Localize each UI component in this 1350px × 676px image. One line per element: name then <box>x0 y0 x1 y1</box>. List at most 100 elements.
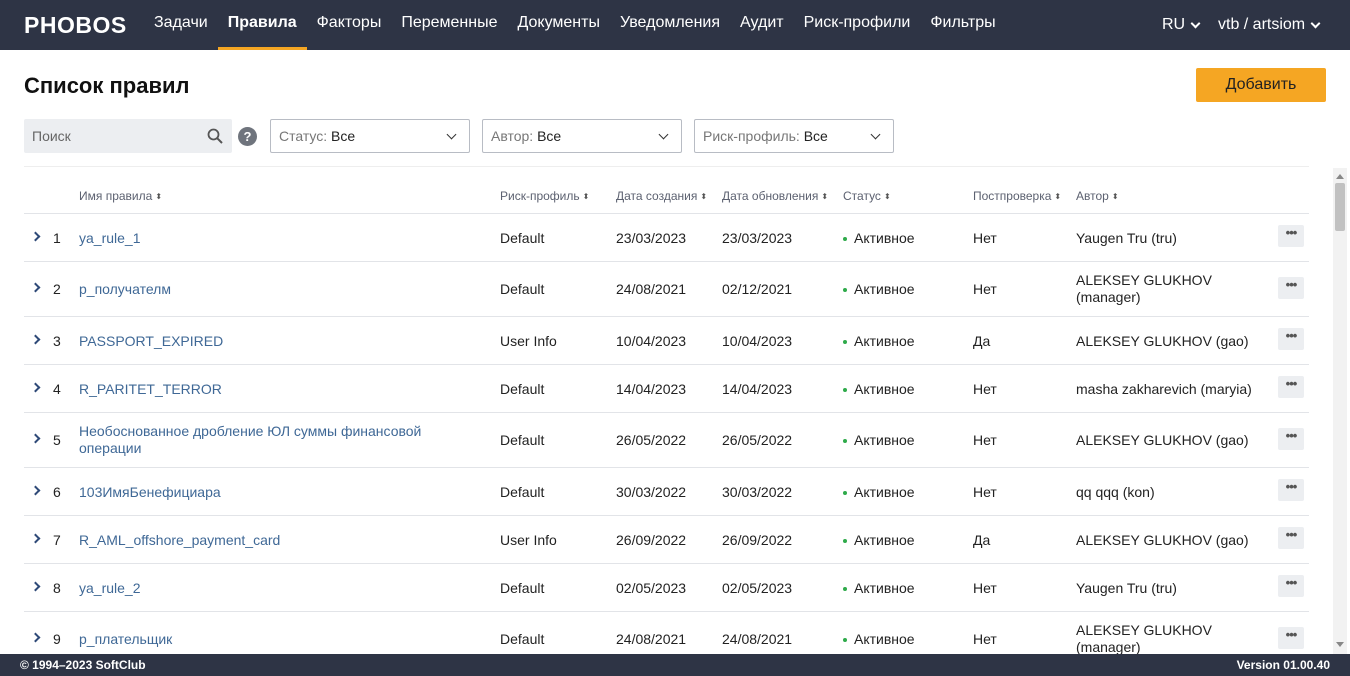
more-actions-button[interactable]: ••• <box>1278 575 1304 597</box>
add-button[interactable]: Добавить <box>1196 68 1326 102</box>
author-cell: ALEKSEY GLUKHOV (gao) <box>1076 432 1249 448</box>
postcheck-cell: Да <box>973 532 991 548</box>
created-date-cell: 26/09/2022 <box>616 532 687 548</box>
scrollbar-thumb[interactable] <box>1335 183 1345 231</box>
nav-rules[interactable]: Правила <box>217 0 307 50</box>
nav-variables[interactable]: Переменные <box>391 0 507 50</box>
rule-name-link[interactable]: R_PARITET_TERROR <box>79 381 222 397</box>
vertical-scrollbar[interactable] <box>1333 168 1347 654</box>
sort-icon: ⬍ <box>1054 192 1062 201</box>
expand-chevron-icon[interactable] <box>30 382 41 393</box>
column-header-created[interactable]: Дата создания ⬍ <box>616 189 707 203</box>
status-filter[interactable]: Статус: Все <box>270 119 470 153</box>
rule-name-link[interactable]: R_AML_offshore_payment_card <box>79 532 280 548</box>
more-actions-button[interactable]: ••• <box>1278 428 1304 450</box>
scroll-up-arrow-icon[interactable] <box>1336 174 1344 179</box>
status-dot-icon <box>843 340 847 345</box>
chevron-down-icon <box>870 129 881 140</box>
table-header: Имя правила ⬍ Риск-профиль ⬍ Дата создания… <box>24 167 1309 214</box>
created-date-cell: 30/03/2022 <box>616 484 687 500</box>
nav-audit[interactable]: Аудит <box>730 0 794 50</box>
more-actions-button[interactable]: ••• <box>1278 376 1304 398</box>
risk-profile-filter[interactable]: Риск-профиль: Все <box>694 119 894 153</box>
more-actions-button[interactable]: ••• <box>1278 479 1304 501</box>
nav-tasks[interactable]: Задачи <box>144 0 218 50</box>
user-label: vtb / artsiom <box>1218 16 1306 33</box>
language-label: RU <box>1162 16 1186 33</box>
updated-date-cell: 26/05/2022 <box>722 432 793 448</box>
nav-filters[interactable]: Фильтры <box>920 0 1005 50</box>
rule-name-link[interactable]: p_получателм <box>79 281 171 297</box>
column-header-updated[interactable]: Дата обновления ⬍ <box>722 189 828 203</box>
expand-chevron-icon[interactable] <box>30 533 41 544</box>
status-cell: Активное <box>843 381 915 397</box>
nav-notifications[interactable]: Уведомления <box>610 0 730 50</box>
table-row[interactable]: 6 103ИмяБенефициара Default 30/03/2022 3… <box>24 468 1309 516</box>
created-date-cell: 26/05/2022 <box>616 432 687 448</box>
more-actions-button[interactable]: ••• <box>1278 627 1304 649</box>
more-actions-button[interactable]: ••• <box>1278 277 1304 299</box>
search-input[interactable] <box>24 119 194 153</box>
table-row[interactable]: 4 R_PARITET_TERROR Default 14/04/2023 14… <box>24 365 1309 413</box>
help-icon[interactable]: ? <box>238 127 257 146</box>
column-header-postcheck[interactable]: Постпроверка ⬍ <box>973 189 1061 203</box>
rule-name-link[interactable]: 103ИмяБенефициара <box>79 484 221 500</box>
table-row[interactable]: 8 ya_rule_2 Default 02/05/2023 02/05/202… <box>24 564 1309 612</box>
updated-date-cell: 10/04/2023 <box>722 333 793 349</box>
sort-icon: ⬍ <box>1111 192 1119 201</box>
rule-name-link[interactable]: p_плательщик <box>79 631 172 647</box>
risk-profile-cell: User Info <box>500 333 557 349</box>
column-header-name[interactable]: Имя правила ⬍ <box>79 189 162 203</box>
search-icon[interactable] <box>207 128 223 144</box>
scroll-down-arrow-icon[interactable] <box>1336 642 1344 647</box>
nav-risk-profiles[interactable]: Риск-профили <box>794 0 921 50</box>
status-dot-icon <box>843 539 847 544</box>
expand-chevron-icon[interactable] <box>30 581 41 592</box>
table-row[interactable]: 3 PASSPORT_EXPIRED User Info 10/04/2023 … <box>24 317 1309 365</box>
copyright-text: © 1994–2023 SoftClub <box>20 658 146 672</box>
updated-date-cell: 23/03/2023 <box>722 230 793 246</box>
nav-documents[interactable]: Документы <box>507 0 609 50</box>
more-actions-button[interactable]: ••• <box>1278 225 1304 247</box>
risk-profile-cell: Default <box>500 631 545 647</box>
column-header-risk[interactable]: Риск-профиль ⬍ <box>500 189 589 203</box>
table-row[interactable]: 9 p_плательщик Default 24/08/2021 24/08/… <box>24 612 1309 654</box>
risk-profile-filter-value: Все <box>803 128 828 144</box>
table-row[interactable]: 1 ya_rule_1 Default 23/03/2023 23/03/202… <box>24 214 1309 262</box>
table-row[interactable]: 7 R_AML_offshore_payment_card User Info … <box>24 516 1309 564</box>
risk-profile-filter-label: Риск-профиль: <box>703 128 800 144</box>
status-cell: Активное <box>843 333 915 349</box>
author-filter[interactable]: Автор: Все <box>482 119 682 153</box>
rule-name-link[interactable]: Необоснованное дробление ЮЛ суммы финанс… <box>79 423 459 457</box>
main-nav: Задачи Правила Факторы Переменные Докуме… <box>144 0 1006 50</box>
column-header-author[interactable]: Автор ⬍ <box>1076 189 1119 203</box>
expand-chevron-icon[interactable] <box>30 485 41 496</box>
expand-chevron-icon[interactable] <box>30 282 41 293</box>
table-row[interactable]: 2 p_получателм Default 24/08/2021 02/12/… <box>24 262 1309 317</box>
created-date-cell: 24/08/2021 <box>616 631 687 647</box>
app-logo[interactable]: PHOBOS <box>24 12 127 39</box>
chevron-down-icon <box>1190 18 1201 28</box>
risk-profile-cell: Default <box>500 580 545 596</box>
expand-chevron-icon[interactable] <box>30 231 41 242</box>
column-header-status[interactable]: Статус ⬍ <box>843 189 891 203</box>
postcheck-cell: Нет <box>973 230 997 246</box>
language-selector[interactable]: RU <box>1162 0 1201 50</box>
nav-factors[interactable]: Факторы <box>307 0 392 50</box>
expand-chevron-icon[interactable] <box>30 433 41 444</box>
user-menu[interactable]: vtb / artsiom <box>1218 0 1321 50</box>
updated-date-cell: 02/05/2023 <box>722 580 793 596</box>
expand-chevron-icon[interactable] <box>30 632 41 643</box>
rule-name-link[interactable]: ya_rule_1 <box>79 230 141 246</box>
sort-icon: ⬍ <box>821 192 829 201</box>
expand-chevron-icon[interactable] <box>30 334 41 345</box>
more-actions-button[interactable]: ••• <box>1278 527 1304 549</box>
risk-profile-cell: Default <box>500 484 545 500</box>
table-row[interactable]: 5 Необоснованное дробление ЮЛ суммы фина… <box>24 413 1309 468</box>
more-actions-button[interactable]: ••• <box>1278 328 1304 350</box>
rule-name-link[interactable]: ya_rule_2 <box>79 580 141 596</box>
postcheck-cell: Нет <box>973 484 997 500</box>
status-cell: Активное <box>843 432 915 448</box>
rule-name-link[interactable]: PASSPORT_EXPIRED <box>79 333 223 349</box>
status-cell: Активное <box>843 230 915 246</box>
